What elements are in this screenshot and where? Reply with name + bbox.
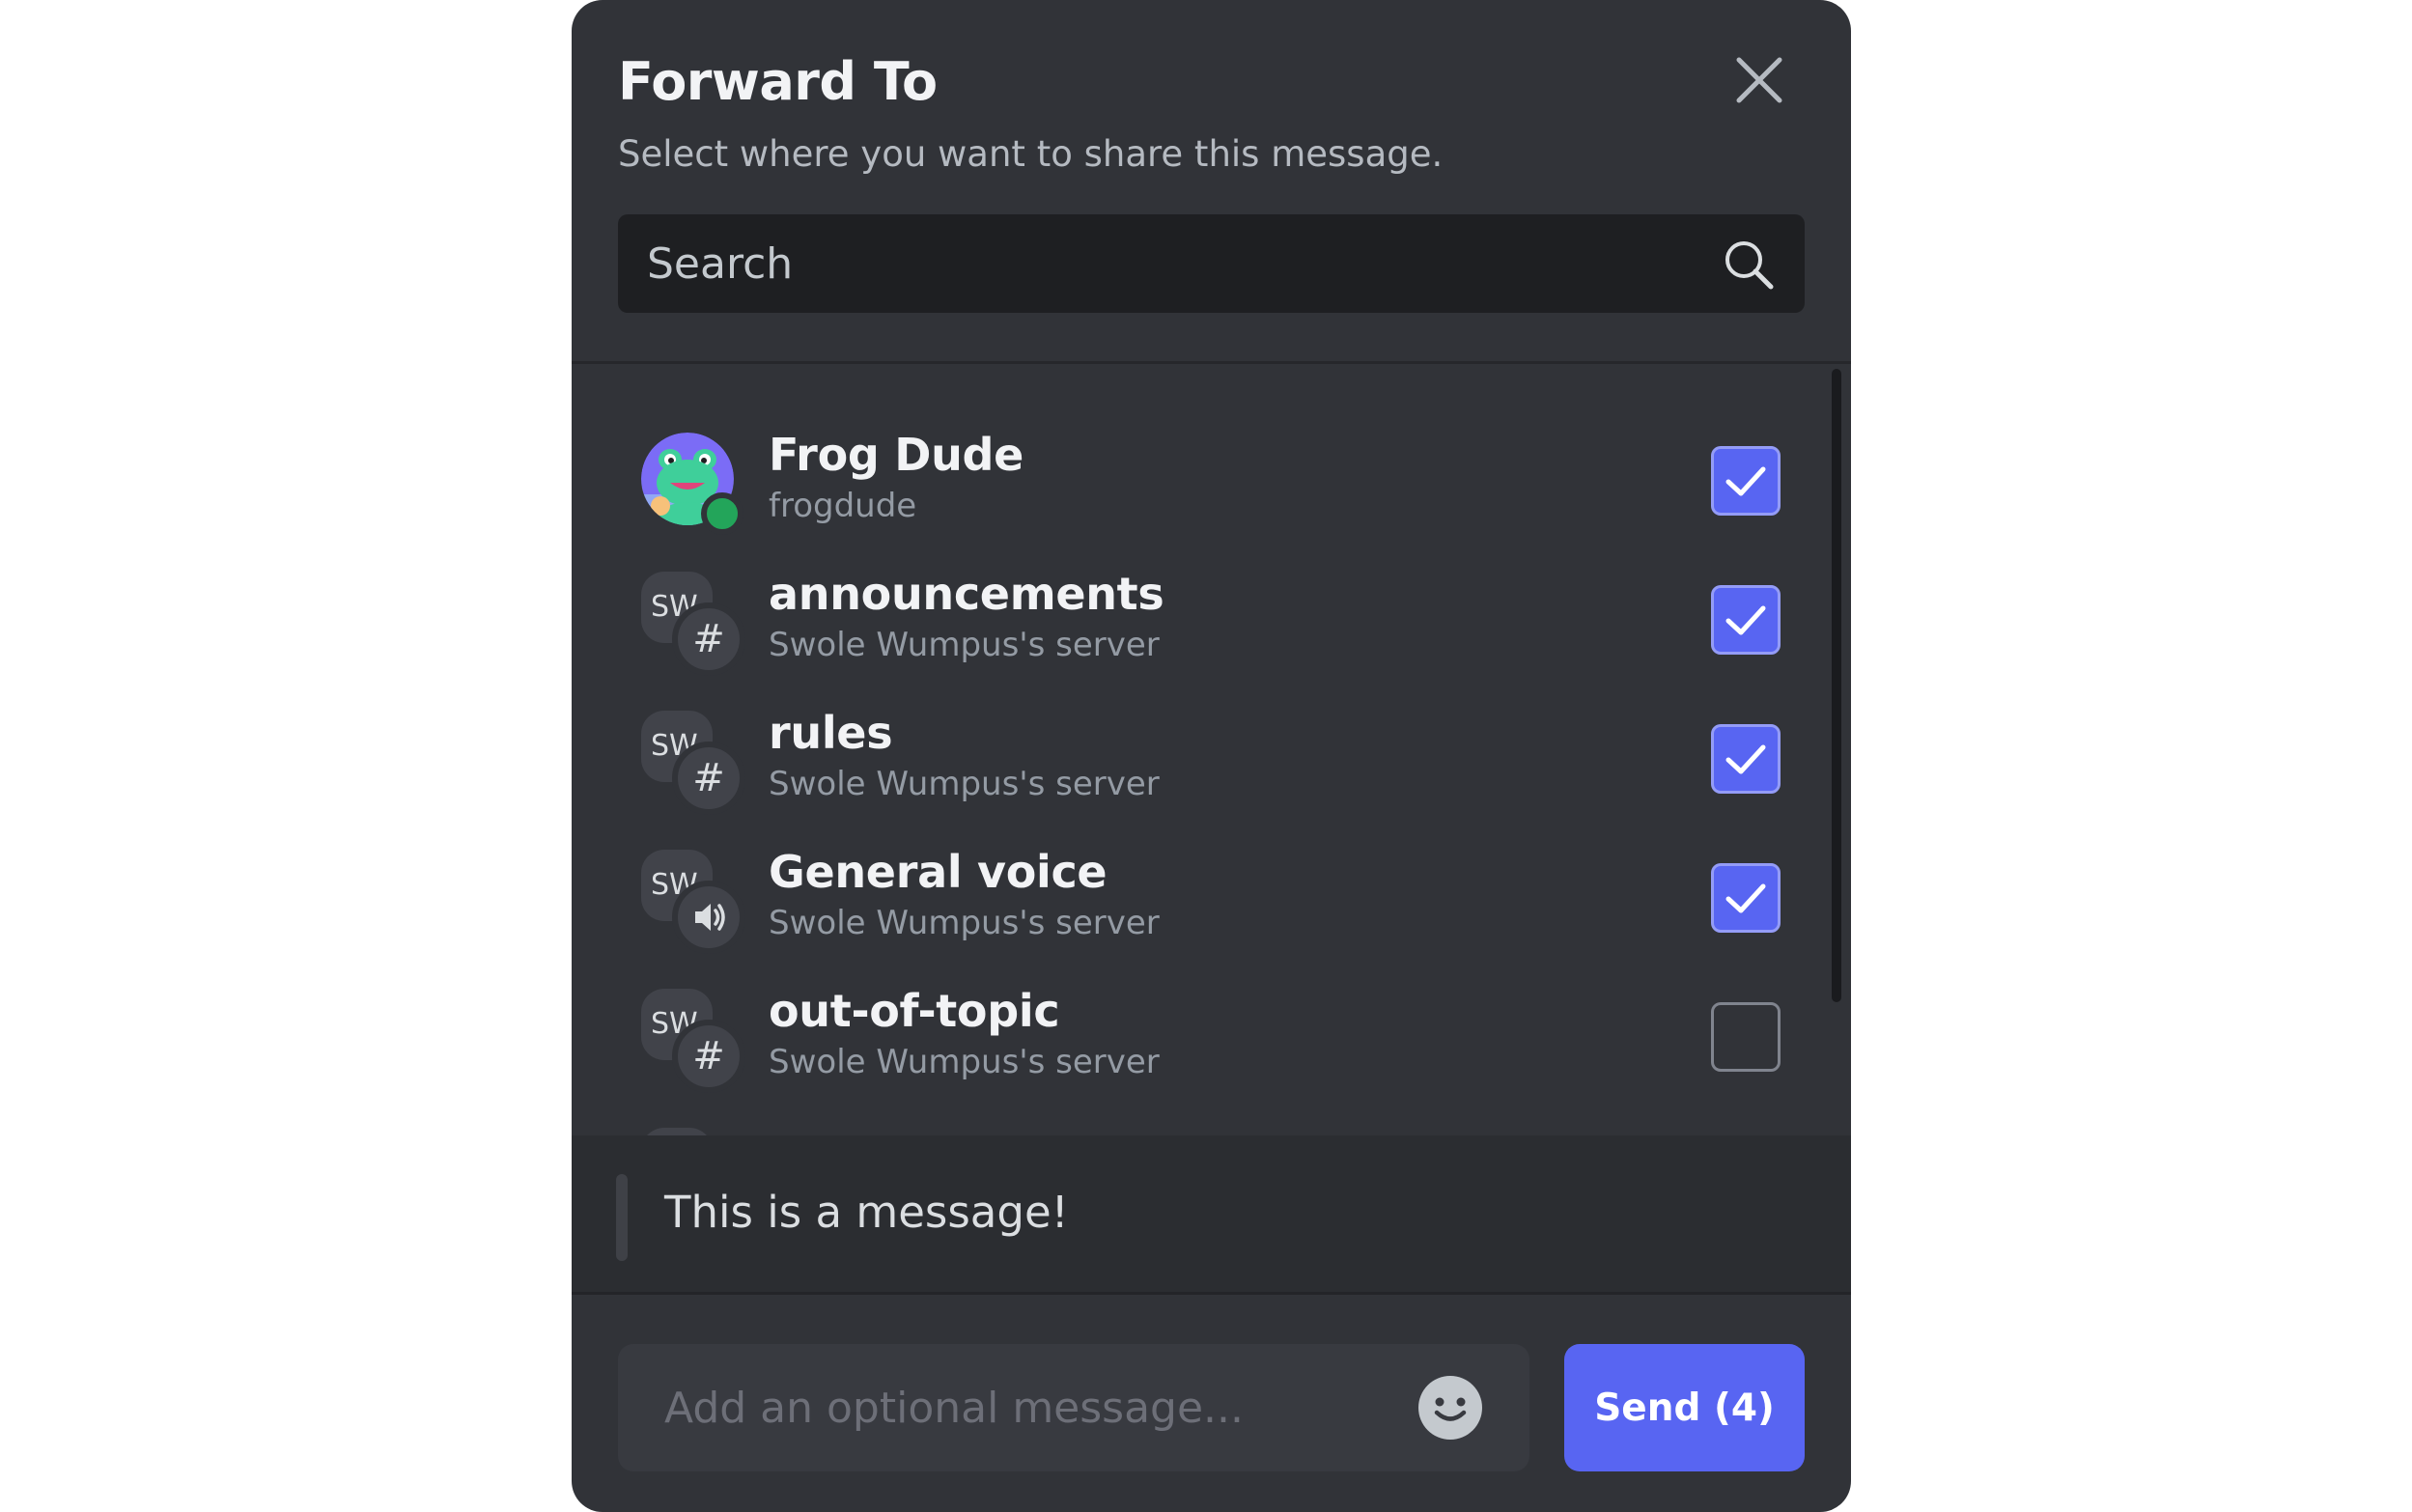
server-avatar: SW # [641, 711, 745, 815]
server-avatar: SW # [641, 572, 745, 676]
destination-row-rules[interactable]: SW # rules Swole Wumpus's server [572, 689, 1851, 828]
forward-modal: Forward To Select where you want to shar… [572, 0, 1851, 1512]
hashtag-icon: # [672, 1020, 745, 1093]
hashtag-icon: # [672, 742, 745, 815]
close-icon [1736, 57, 1782, 103]
destination-name: Frog Dude [769, 429, 1024, 481]
quote-bar [616, 1174, 628, 1261]
destination-row-announcements[interactable]: SW # announcements Swole Wumpus's server [572, 550, 1851, 689]
search-icon[interactable] [1722, 238, 1776, 292]
speaker-icon [672, 881, 745, 954]
destination-subtitle: Swole Wumpus's server [769, 1043, 1160, 1081]
server-avatar [641, 1128, 738, 1135]
destination-checkbox[interactable] [1711, 446, 1781, 516]
search-box [618, 214, 1805, 313]
destination-row-general-voice[interactable]: SW General voice Swole Wumpus's server [572, 828, 1851, 967]
search-input[interactable] [618, 214, 1680, 313]
destination-list: Frog Dude frogdude SW # announcements Sw… [572, 365, 1851, 1135]
hashtag-icon: # [672, 602, 745, 676]
checkmark-icon [1725, 883, 1766, 913]
destination-subtitle: Swole Wumpus's server [769, 765, 1160, 803]
close-button[interactable] [1727, 48, 1791, 112]
destination-name: announcements [769, 568, 1164, 620]
modal-subtitle: Select where you want to share this mess… [618, 133, 1444, 175]
destination-checkbox[interactable] [1711, 863, 1781, 933]
checkmark-icon [1725, 744, 1766, 774]
checkmark-icon [1725, 466, 1766, 496]
optional-message-input[interactable] [618, 1344, 1410, 1471]
emoji-button[interactable] [1417, 1375, 1483, 1441]
server-avatar: SW [641, 850, 745, 954]
server-icon [641, 1128, 713, 1135]
message-preview-text: This is a message! [664, 1187, 1069, 1238]
divider [572, 1292, 1851, 1295]
checkmark-icon [1725, 605, 1766, 635]
divider [572, 361, 1851, 364]
user-avatar [641, 433, 743, 535]
destination-subtitle: Swole Wumpus's server [769, 904, 1160, 942]
emoji-icon [1418, 1376, 1482, 1440]
destination-row-frog-dude[interactable]: Frog Dude frogdude [572, 411, 1851, 550]
destination-row-out-of-topic[interactable]: SW # out-of-topic Swole Wumpus's server [572, 967, 1851, 1106]
send-button[interactable]: Send (4) [1564, 1344, 1805, 1471]
destination-checkbox[interactable] [1711, 1002, 1781, 1072]
destination-checkbox[interactable] [1711, 585, 1781, 655]
optional-message-box [618, 1344, 1529, 1471]
destination-name: out-of-topic [769, 985, 1060, 1037]
message-preview: This is a message! [572, 1135, 1851, 1292]
destination-row-partial[interactable] [572, 1106, 1851, 1135]
destination-subtitle: Swole Wumpus's server [769, 626, 1160, 664]
modal-title: Forward To [618, 51, 938, 112]
server-avatar: SW # [641, 989, 745, 1093]
destination-name: rules [769, 707, 893, 759]
list-scrollbar[interactable] [1832, 369, 1841, 1002]
modal-header: Forward To Select where you want to shar… [618, 39, 1805, 183]
destination-name: General voice [769, 846, 1108, 898]
online-status-icon [701, 492, 743, 535]
destination-subtitle: frogdude [769, 487, 917, 525]
destination-checkbox[interactable] [1711, 724, 1781, 794]
